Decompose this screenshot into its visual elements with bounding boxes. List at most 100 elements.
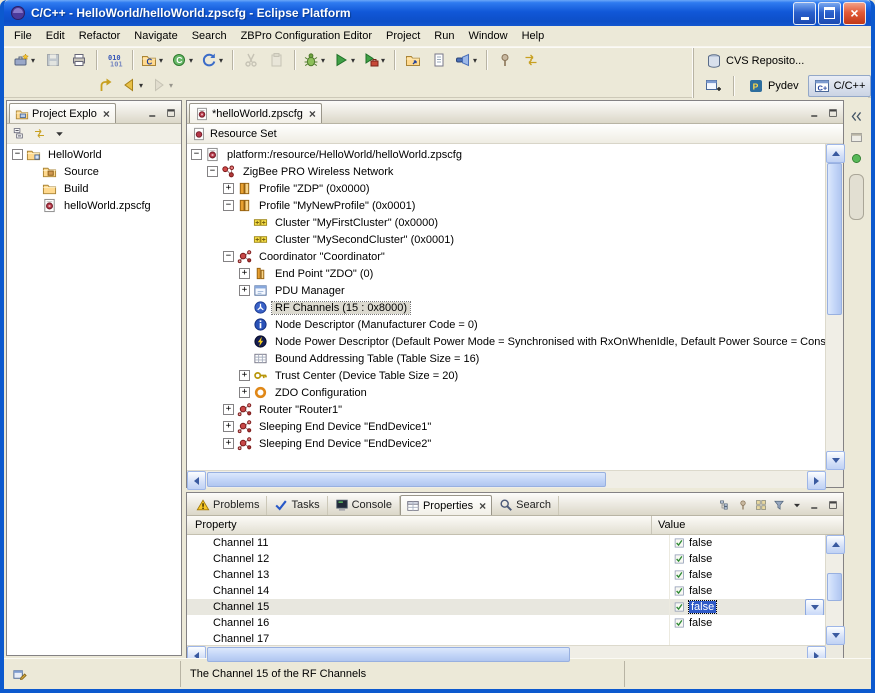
table-row[interactable]: Channel 14false: [187, 583, 825, 599]
tab-helloworld-zpscfg[interactable]: *helloWorld.zpscfg ×: [189, 103, 322, 123]
dropdown-arrow-icon[interactable]: ▾: [379, 56, 387, 65]
expander-plus-icon[interactable]: +: [239, 387, 250, 398]
external-tools-button[interactable]: ▾: [361, 48, 389, 72]
expander-plus-icon[interactable]: +: [239, 370, 250, 381]
dropdown-arrow-icon[interactable]: ▾: [167, 81, 175, 90]
perspective-cvs-button[interactable]: CVS Reposito...: [700, 50, 810, 72]
perspective-cpp-button[interactable]: C+ C/C++: [808, 75, 872, 97]
tree-item[interactable]: helloWorld.zpscfg: [7, 197, 181, 214]
column-value[interactable]: Value: [652, 519, 843, 531]
expander-plus-icon[interactable]: +: [223, 421, 234, 432]
tree-item[interactable]: Node Descriptor (Manufacturer Code = 0): [187, 316, 825, 333]
column-property[interactable]: Property: [187, 516, 652, 534]
value-cell[interactable]: false: [670, 599, 825, 615]
scrollbar-thumb[interactable]: [827, 573, 842, 601]
new-class-button[interactable]: C▾: [169, 48, 197, 72]
tree-item[interactable]: Build: [7, 180, 181, 197]
tree-item[interactable]: +Sleeping End Device "EndDevice2": [187, 435, 825, 452]
view-menu-button[interactable]: [788, 497, 805, 512]
save-button[interactable]: [41, 48, 65, 72]
tab-properties[interactable]: Properties×: [400, 495, 492, 515]
scroll-up-icon[interactable]: [826, 535, 845, 554]
scroll-down-icon[interactable]: [826, 626, 845, 645]
expander-minus-icon[interactable]: −: [12, 149, 23, 160]
table-row[interactable]: Channel 12false: [187, 551, 825, 567]
scrollbar-track[interactable]: [206, 646, 807, 663]
dropdown-arrow-icon[interactable]: ▾: [471, 56, 479, 65]
tree-item[interactable]: −HelloWorld: [7, 146, 181, 163]
close-icon[interactable]: ×: [479, 500, 486, 512]
dropdown-arrow-icon[interactable]: ▾: [157, 56, 165, 65]
scrollbar-track[interactable]: [826, 554, 843, 626]
open-type-button[interactable]: [401, 48, 425, 72]
value-cell[interactable]: [670, 631, 825, 645]
tree-item[interactable]: Cluster "MyFirstCluster" (0x0000): [187, 214, 825, 231]
dropdown-arrow-icon[interactable]: ▾: [187, 56, 195, 65]
tree-item[interactable]: Bound Addressing Table (Table Size = 16): [187, 350, 825, 367]
filter-button[interactable]: [770, 497, 787, 512]
menu-help[interactable]: Help: [515, 28, 552, 44]
maximize-button[interactable]: [824, 497, 841, 512]
run-button[interactable]: ▾: [331, 48, 359, 72]
value-cell[interactable]: false: [670, 615, 825, 631]
menu-zbpro-configuration-editor[interactable]: ZBPro Configuration Editor: [234, 28, 379, 44]
tree-item[interactable]: −Coordinator "Coordinator": [187, 248, 825, 265]
open-perspective-button[interactable]: [701, 74, 725, 98]
menu-refactor[interactable]: Refactor: [72, 28, 128, 44]
tree-item[interactable]: −platform:/resource/HelloWorld/helloWorl…: [187, 146, 825, 163]
fast-view-window-button[interactable]: [847, 128, 866, 146]
build-binary-button[interactable]: 010101: [103, 48, 127, 72]
tree-item[interactable]: +End Point "ZDO" (0): [187, 265, 825, 282]
tab-project-explorer[interactable]: Project Explo ×: [9, 103, 116, 123]
perspective-pydev-button[interactable]: P Pydev: [742, 75, 805, 97]
scroll-down-icon[interactable]: [826, 451, 845, 470]
tree-item[interactable]: RF Channels (15 : 0x8000): [187, 299, 825, 316]
value-cell[interactable]: false: [670, 535, 825, 551]
table-row[interactable]: Channel 16false: [187, 615, 825, 631]
minimize-button[interactable]: [806, 105, 823, 120]
refresh-button[interactable]: ▾: [199, 48, 227, 72]
collapse-all-button[interactable]: [11, 126, 28, 141]
tree-item[interactable]: Cluster "MySecondCluster" (0x0001): [187, 231, 825, 248]
tree-item[interactable]: Source: [7, 163, 181, 180]
back-button[interactable]: ▾: [119, 73, 147, 97]
tree-item[interactable]: −ZigBee PRO Wireless Network: [187, 163, 825, 180]
tree-item[interactable]: +ZDO Configuration: [187, 384, 825, 401]
pin-editor-button[interactable]: [493, 48, 517, 72]
open-resource-button[interactable]: [427, 48, 451, 72]
new-wizard-button[interactable]: ▾: [11, 48, 39, 72]
close-icon[interactable]: ×: [309, 108, 316, 120]
menu-search[interactable]: Search: [185, 28, 234, 44]
expander-plus-icon[interactable]: +: [223, 438, 234, 449]
link-editor-button[interactable]: [519, 48, 543, 72]
value-combo-dropdown-button[interactable]: [805, 599, 824, 615]
tree-item[interactable]: +Sleeping End Device "EndDevice1": [187, 418, 825, 435]
expander-minus-icon[interactable]: −: [223, 200, 234, 211]
tab-search[interactable]: Search: [492, 496, 559, 515]
table-row[interactable]: Channel 15false: [187, 599, 825, 615]
table-row[interactable]: Channel 17: [187, 631, 825, 645]
expander-plus-icon[interactable]: +: [239, 268, 250, 279]
tree-mode-button[interactable]: [716, 497, 733, 512]
properties-horizontal-scrollbar[interactable]: [187, 645, 826, 663]
fast-view-bar-icon[interactable]: [12, 667, 27, 682]
scrollbar-thumb[interactable]: [207, 647, 570, 662]
expander-plus-icon[interactable]: +: [239, 285, 250, 296]
menu-project[interactable]: Project: [379, 28, 427, 44]
menu-navigate[interactable]: Navigate: [127, 28, 184, 44]
titlebar[interactable]: C/C++ - HelloWorld/helloWorld.zpscfg - E…: [4, 0, 871, 26]
close-icon[interactable]: ×: [103, 108, 110, 120]
properties-vertical-scrollbar[interactable]: [825, 535, 843, 645]
expander-plus-icon[interactable]: +: [223, 183, 234, 194]
categories-button[interactable]: [752, 497, 769, 512]
minimize-button[interactable]: [806, 497, 823, 512]
scrollbar-track[interactable]: [826, 163, 843, 451]
scroll-up-icon[interactable]: [826, 144, 845, 163]
minimize-button[interactable]: [144, 105, 161, 120]
maximize-button[interactable]: [824, 105, 841, 120]
tab-problems[interactable]: Problems: [189, 496, 267, 515]
value-cell[interactable]: false: [670, 551, 825, 567]
menu-edit[interactable]: Edit: [39, 28, 72, 44]
tab-tasks[interactable]: Tasks: [267, 496, 327, 515]
pin-view-button[interactable]: [734, 497, 751, 512]
